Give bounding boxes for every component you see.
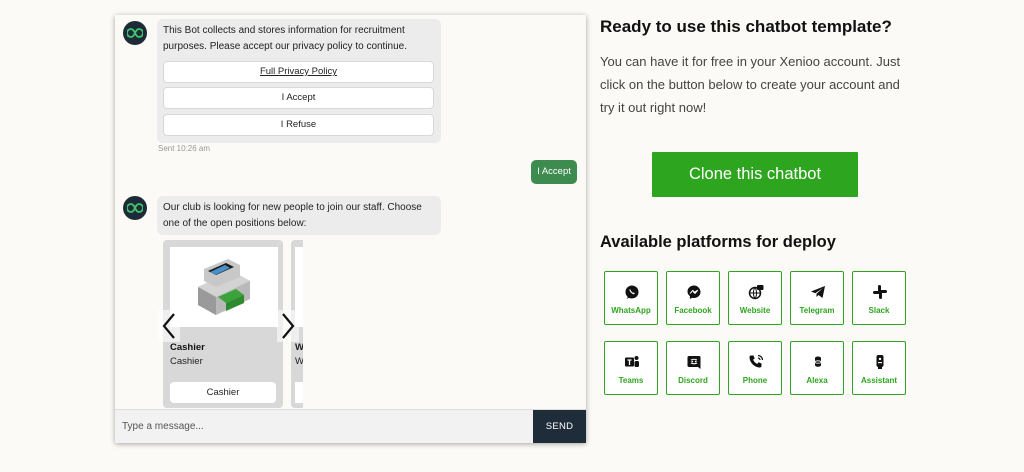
card-subtitle: Cashier	[170, 356, 203, 367]
job-card: Cashier Cashier Cashier	[163, 240, 283, 408]
platform-website[interactable]: Website	[728, 271, 782, 325]
promo-description: You can have it for free in your Xenioo …	[600, 54, 901, 115]
clone-chatbot-button[interactable]: Clone this chatbot	[652, 152, 858, 197]
positions-message: Our club is looking for new people to jo…	[163, 202, 422, 229]
message-input[interactable]	[115, 410, 533, 443]
full-privacy-policy-button[interactable]: Full Privacy Policy	[163, 61, 434, 83]
platform-discord[interactable]: Discord	[666, 341, 720, 395]
platform-label: Slack	[868, 306, 890, 315]
accept-button[interactable]: I Accept	[163, 87, 434, 109]
platform-whatsapp[interactable]: WhatsApp	[604, 271, 658, 325]
discord-icon	[687, 356, 701, 369]
bot-avatar	[123, 21, 147, 45]
whatsapp-icon	[625, 285, 639, 299]
platform-label: Alexa	[806, 376, 828, 385]
platform-teams[interactable]: Teams	[604, 341, 658, 395]
card-subtitle: W	[295, 356, 303, 367]
globe-chat-icon	[748, 285, 764, 300]
user-reply-bubble: I Accept	[531, 160, 577, 184]
platform-label: Phone	[742, 376, 768, 385]
card-title: Cashier	[170, 342, 205, 353]
card-button[interactable]	[295, 382, 303, 403]
chat-widget: This Bot collects and stores information…	[115, 15, 586, 443]
platform-assistant[interactable]: Assistant	[852, 341, 906, 395]
infinity-icon	[127, 28, 143, 38]
platform-label: Teams	[618, 376, 644, 385]
privacy-message: This Bot collects and stores information…	[163, 25, 408, 52]
promo-title: Ready to use this chatbot template?	[600, 17, 892, 36]
platform-label: Website	[739, 306, 771, 315]
platform-phone[interactable]: Phone	[728, 341, 782, 395]
teams-icon	[625, 356, 639, 367]
chevron-right-icon	[282, 313, 295, 339]
card-title: W	[295, 342, 303, 353]
phone-icon	[749, 354, 764, 368]
platforms-title: Available platforms for deploy	[600, 233, 836, 251]
slack-icon	[873, 285, 887, 299]
platform-facebook[interactable]: Facebook	[666, 271, 720, 325]
alexa-icon	[814, 356, 822, 367]
carousel-prev-button[interactable]	[158, 310, 180, 342]
carousel-next-button[interactable]	[277, 310, 299, 342]
platform-slack[interactable]: Slack	[852, 271, 906, 325]
platform-label: WhatsApp	[611, 306, 651, 315]
cash-counter-image	[170, 247, 278, 327]
platform-label: Facebook	[674, 306, 712, 315]
refuse-button[interactable]: I Refuse	[163, 114, 434, 136]
platform-label: Discord	[678, 376, 708, 385]
bot-avatar	[123, 196, 147, 220]
cashier-button[interactable]: Cashier	[170, 382, 276, 403]
platform-label: Telegram	[799, 306, 835, 315]
telegram-icon	[811, 286, 825, 298]
infinity-icon	[127, 203, 143, 213]
platform-alexa[interactable]: Alexa	[790, 341, 844, 395]
message-composer: SEND	[115, 409, 586, 443]
messenger-icon	[687, 285, 701, 299]
chevron-left-icon	[162, 313, 175, 339]
positions-bubble: Our club is looking for new people to jo…	[157, 196, 441, 235]
message-timestamp: Sent 10:26 am	[158, 144, 211, 153]
send-button[interactable]: SEND	[533, 410, 586, 443]
platform-telegram[interactable]: Telegram	[790, 271, 844, 325]
platform-label: Assistant	[860, 376, 897, 385]
assistant-icon	[876, 355, 884, 369]
